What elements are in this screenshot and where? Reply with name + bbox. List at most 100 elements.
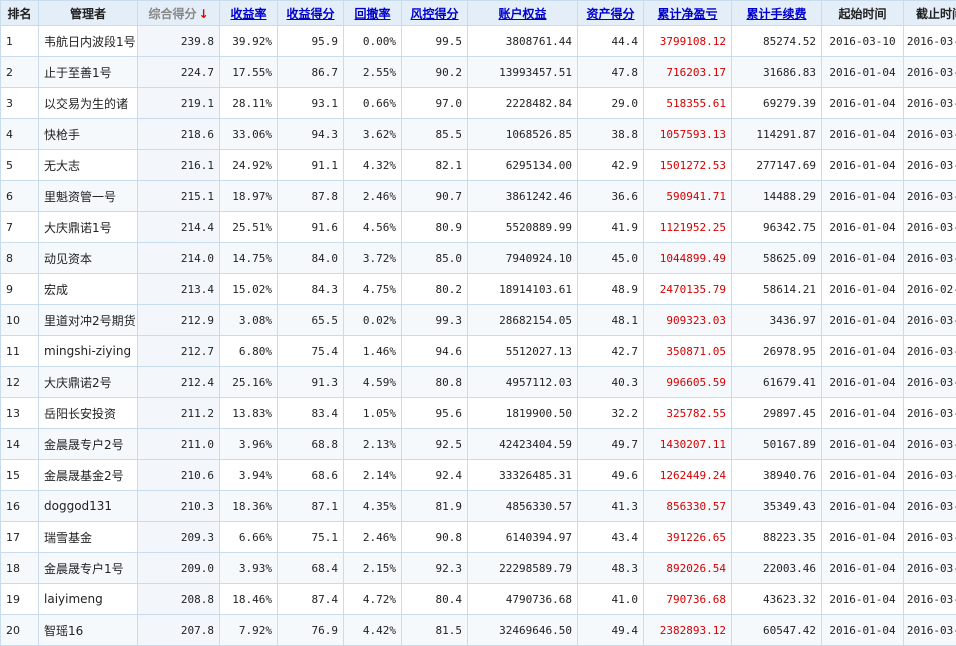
rank-cell: 10 xyxy=(0,304,39,336)
cum-fee-cell: 58614.21 xyxy=(731,273,822,305)
table-row: 17 瑞雪基金 209.3 6.66% 75.1 2.46% 90.8 6140394.97 4… xyxy=(0,521,956,553)
header-risk-score[interactable]: 风控得分 xyxy=(401,0,468,26)
cum-fee-cell: 26978.95 xyxy=(731,335,822,367)
start-time-cell: 2016-01-04 xyxy=(821,428,904,460)
header-cum-pnl[interactable]: 累计净盈亏 xyxy=(643,0,732,26)
asset-score-cell: 42.9 xyxy=(577,149,644,181)
return-rate-cell: 25.51% xyxy=(219,211,278,243)
table-row: 9 宏成 213.4 15.02% 84.3 4.75% 80.2 18914103.61 48… xyxy=(0,273,956,305)
end-time-cell: 2016-03-15 xyxy=(903,118,956,150)
return-score-cell: 68.6 xyxy=(277,459,344,491)
header-cum-fee-link[interactable]: 累计手续费 xyxy=(746,7,806,21)
equity-cell: 2228482.84 xyxy=(467,87,578,119)
cum-pnl-cell: 2382893.12 xyxy=(643,614,732,646)
cum-fee-cell: 35349.43 xyxy=(731,490,822,522)
manager-name-cell: mingshi-ziying xyxy=(38,335,138,367)
end-time-cell: 2016-03-15 xyxy=(903,56,956,88)
return-score-cell: 65.5 xyxy=(277,304,344,336)
equity-cell: 4790736.68 xyxy=(467,583,578,615)
header-asset-score-link[interactable]: 资产得分 xyxy=(586,7,634,21)
cum-fee-cell: 61679.41 xyxy=(731,366,822,398)
table-row: 3 以交易为生的诸 219.1 28.11% 93.1 0.66% 97.0 2228482.… xyxy=(0,87,956,119)
header-cum-pnl-link[interactable]: 累计净盈亏 xyxy=(657,7,717,21)
equity-cell: 42423404.59 xyxy=(467,428,578,460)
composite-score-cell: 209.3 xyxy=(137,521,220,553)
manager-name-cell: 瑞雪基金 xyxy=(38,521,138,553)
return-rate-cell: 18.97% xyxy=(219,180,278,212)
return-rate-cell: 6.66% xyxy=(219,521,278,553)
cum-fee-cell: 88223.35 xyxy=(731,521,822,553)
header-equity-link[interactable]: 账户权益 xyxy=(498,7,546,21)
composite-score-cell: 212.4 xyxy=(137,366,220,398)
cum-fee-cell: 50167.89 xyxy=(731,428,822,460)
equity-cell: 6140394.97 xyxy=(467,521,578,553)
table-row: 18 金晨晟专户1号 209.0 3.93% 68.4 2.15% 92.3 22298589… xyxy=(0,552,956,584)
header-return-score-link[interactable]: 收益得分 xyxy=(286,7,334,21)
header-equity[interactable]: 账户权益 xyxy=(467,0,578,26)
header-rank: 排名 xyxy=(0,0,39,26)
cum-pnl-cell: 856330.57 xyxy=(643,490,732,522)
drawdown-cell: 2.46% xyxy=(343,180,402,212)
header-cum-fee[interactable]: 累计手续费 xyxy=(731,0,822,26)
rank-cell: 4 xyxy=(0,118,39,150)
drawdown-cell: 3.72% xyxy=(343,242,402,274)
equity-cell: 3808761.44 xyxy=(467,25,578,57)
composite-score-cell: 214.0 xyxy=(137,242,220,274)
cum-fee-cell: 43623.32 xyxy=(731,583,822,615)
rank-cell: 7 xyxy=(0,211,39,243)
return-rate-cell: 33.06% xyxy=(219,118,278,150)
asset-score-cell: 49.4 xyxy=(577,614,644,646)
asset-score-cell: 43.4 xyxy=(577,521,644,553)
cum-pnl-cell: 3799108.12 xyxy=(643,25,732,57)
header-return-score[interactable]: 收益得分 xyxy=(277,0,344,26)
sort-descending-arrow-icon: ↓ xyxy=(198,6,209,21)
return-score-cell: 84.3 xyxy=(277,273,344,305)
end-time-cell: 2016-03-15 xyxy=(903,459,956,491)
manager-name-cell: 快枪手 xyxy=(38,118,138,150)
composite-score-cell: 215.1 xyxy=(137,180,220,212)
asset-score-cell: 49.7 xyxy=(577,428,644,460)
header-composite-score[interactable]: 综合得分 ↓ xyxy=(137,0,220,26)
header-return-rate[interactable]: 收益率 xyxy=(219,0,278,26)
return-rate-cell: 3.08% xyxy=(219,304,278,336)
cum-fee-cell: 22003.46 xyxy=(731,552,822,584)
end-time-cell: 2016-03-15 xyxy=(903,397,956,429)
header-drawdown-link[interactable]: 回撤率 xyxy=(354,7,390,21)
drawdown-cell: 4.56% xyxy=(343,211,402,243)
table-body: 1 韦航日内波段1号 239.8 39.92% 95.9 0.00% 99.5 3808761… xyxy=(0,25,956,646)
table-row: 2 止于至善1号 224.7 17.55% 86.7 2.55% 90.2 13993457.… xyxy=(0,56,956,88)
start-time-cell: 2016-01-04 xyxy=(821,366,904,398)
return-score-cell: 91.3 xyxy=(277,366,344,398)
asset-score-cell: 48.3 xyxy=(577,552,644,584)
rank-cell: 18 xyxy=(0,552,39,584)
cum-fee-cell: 69279.39 xyxy=(731,87,822,119)
table-row: 16 doggod131 210.3 18.36% 87.1 4.35% 81.9 48563… xyxy=(0,490,956,522)
drawdown-cell: 4.72% xyxy=(343,583,402,615)
composite-score-cell: 212.9 xyxy=(137,304,220,336)
asset-score-cell: 41.3 xyxy=(577,490,644,522)
header-return-rate-link[interactable]: 收益率 xyxy=(230,7,266,21)
asset-score-cell: 32.2 xyxy=(577,397,644,429)
start-time-cell: 2016-01-04 xyxy=(821,56,904,88)
drawdown-cell: 0.00% xyxy=(343,25,402,57)
cum-fee-cell: 60547.42 xyxy=(731,614,822,646)
ranking-table: 排名 管理者 综合得分 ↓ 收益率 收益得分 回撤率 风控得分 账户权益 资产得分… xyxy=(0,0,956,646)
cum-pnl-cell: 1121952.25 xyxy=(643,211,732,243)
header-asset-score[interactable]: 资产得分 xyxy=(577,0,644,26)
manager-name-cell: doggod131 xyxy=(38,490,138,522)
cum-fee-cell: 14488.29 xyxy=(731,180,822,212)
manager-name-cell: 金晨晟基金2号 xyxy=(38,459,138,491)
start-time-cell: 2016-01-04 xyxy=(821,490,904,522)
composite-score-cell: 239.8 xyxy=(137,25,220,57)
manager-name-cell: laiyimeng xyxy=(38,583,138,615)
return-rate-cell: 6.80% xyxy=(219,335,278,367)
header-risk-score-link[interactable]: 风控得分 xyxy=(410,7,458,21)
cum-fee-cell: 29897.45 xyxy=(731,397,822,429)
composite-score-cell: 213.4 xyxy=(137,273,220,305)
composite-score-cell: 216.1 xyxy=(137,149,220,181)
header-start-label: 起始时间 xyxy=(838,6,887,21)
manager-name-cell: 止于至善1号 xyxy=(38,56,138,88)
return-rate-cell: 13.83% xyxy=(219,397,278,429)
risk-score-cell: 90.7 xyxy=(401,180,468,212)
header-drawdown[interactable]: 回撤率 xyxy=(343,0,402,26)
